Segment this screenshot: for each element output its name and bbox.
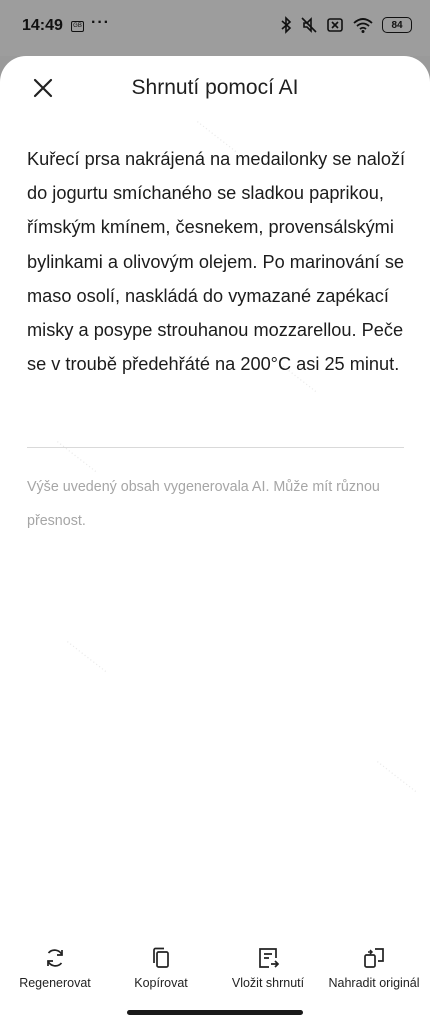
refresh-icon: [47, 949, 63, 967]
wifi-icon: [353, 18, 373, 33]
copy-button[interactable]: Kopírovat: [106, 940, 216, 990]
copy-label: Kopírovat: [134, 976, 188, 990]
battery-icon: 84: [382, 17, 412, 33]
status-time: 14:49: [22, 17, 63, 34]
bluetooth-icon: [281, 16, 292, 34]
watermark: ··············: [62, 636, 111, 678]
insert-summary-label: Vložit shrnutí: [231, 976, 305, 990]
insert-summary-icon: [259, 948, 280, 968]
mute-icon: [301, 17, 317, 33]
ai-summary-sheet: ·············· ·············· ··········…: [0, 56, 430, 1024]
insert-summary-button[interactable]: Vložit shrnutí: [213, 940, 323, 990]
replace-original-button[interactable]: Nahradit originál: [319, 940, 429, 990]
header: Shrnutí pomocí AI: [0, 56, 430, 120]
status-icons: 84: [280, 16, 412, 34]
home-indicator[interactable]: [127, 1010, 303, 1015]
battery-level: 84: [391, 19, 403, 31]
summary-text: Kuřecí prsa nakrájená na medailonky se n…: [27, 149, 406, 375]
copy-icon: [153, 947, 169, 968]
notification-app-icon: GB: [71, 21, 84, 32]
divider: [27, 447, 404, 448]
status-bar: 14:49 GB ··· 84: [0, 0, 430, 56]
replace-icon: [364, 948, 384, 968]
ai-disclaimer: Výše uvedený obsah vygenerovala AI. Může…: [27, 479, 380, 529]
watermark: ··············: [372, 756, 421, 798]
regenerate-button[interactable]: Regenerovat: [0, 940, 110, 990]
replace-original-label: Nahradit originál: [328, 976, 420, 990]
page-title: Shrnutí pomocí AI: [131, 76, 299, 99]
bottom-toolbar: Regenerovat Kopírovat Vložit shrnutí Nah…: [0, 940, 430, 1000]
regenerate-label: Regenerovat: [19, 976, 91, 990]
no-sim-icon: [327, 18, 343, 32]
more-notifications-icon: ···: [91, 14, 110, 31]
